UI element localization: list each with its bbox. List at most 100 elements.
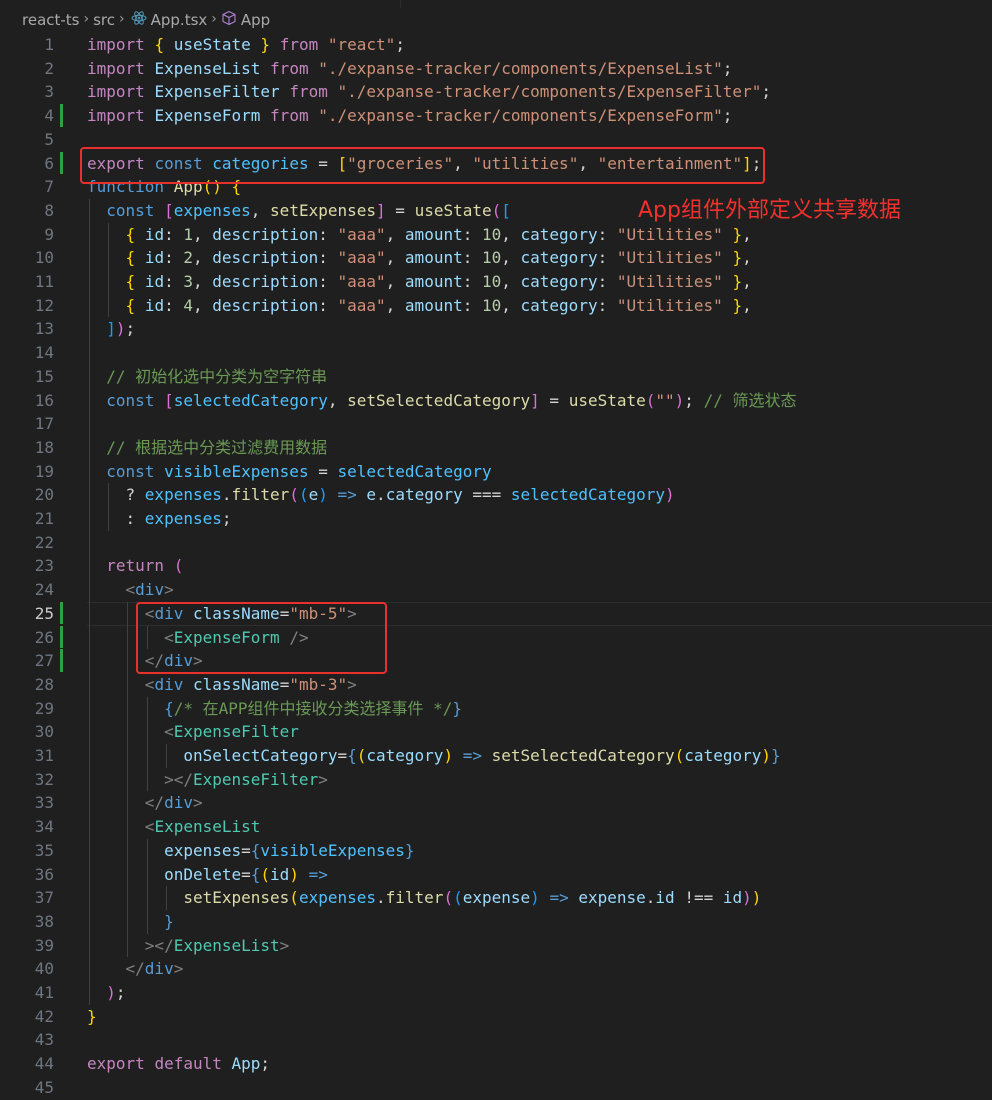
- code-line[interactable]: 21 : expenses;: [0, 507, 992, 531]
- code-line[interactable]: 31 onSelectCategory={(category) => setSe…: [0, 744, 992, 768]
- indent-guide: [127, 601, 129, 958]
- code-token: id: [270, 864, 290, 884]
- git-change-marker[interactable]: [60, 601, 63, 625]
- code-token: :: [597, 272, 617, 291]
- code-token: <: [125, 580, 136, 600]
- code-line[interactable]: 41 );: [0, 981, 992, 1005]
- code-line[interactable]: 38 }: [0, 910, 992, 934]
- code-line[interactable]: 33 </div>: [0, 791, 992, 815]
- line-number: 43: [34, 1030, 54, 1050]
- code-line[interactable]: 22: [0, 531, 992, 555]
- breadcrumb-item-folder[interactable]: src: [93, 11, 115, 29]
- code-line[interactable]: 17: [0, 412, 992, 436]
- code-token: "./expanse-tracker/components/ExpenseFor…: [318, 106, 723, 126]
- git-change-marker[interactable]: [60, 151, 63, 175]
- code-token: ,: [385, 248, 405, 268]
- breadcrumb-item-file[interactable]: App.tsx: [151, 11, 208, 29]
- code-token: 4: [183, 295, 193, 315]
- code-token: category: [385, 485, 463, 505]
- code-line[interactable]: 10 { id: 2, description: "aaa", amount: …: [0, 246, 992, 270]
- code-line[interactable]: 1 import { useState } from "react";: [0, 33, 992, 57]
- code-line[interactable]: 19 const visibleExpenses = selectedCateg…: [0, 460, 992, 484]
- code-text: ]);: [87, 317, 135, 341]
- code-token: description: [212, 295, 319, 315]
- code-line[interactable]: 42}: [0, 1005, 992, 1029]
- code-token: =>: [337, 485, 357, 505]
- code-token: ExpenseFilter: [173, 722, 299, 742]
- code-token: ,: [250, 200, 271, 220]
- code-line[interactable]: 36 onDelete={(id) =>: [0, 863, 992, 887]
- line-number: 35: [34, 840, 54, 860]
- code-line[interactable]: 34 <ExpenseList: [0, 815, 992, 839]
- code-token: (: [645, 390, 656, 410]
- code-token: ;: [722, 106, 733, 126]
- tab-divider: [400, 0, 401, 8]
- code-line[interactable]: 32 ></ExpenseFilter>: [0, 768, 992, 792]
- code-token: category: [520, 295, 598, 315]
- code-token: =: [308, 461, 338, 481]
- code-line[interactable]: 16 const [selectedCategory, setSelectedC…: [0, 389, 992, 413]
- code-token: >: [347, 674, 357, 694]
- code-token: id: [144, 248, 165, 268]
- code-line[interactable]: 15 // 初始化选中分类为空字符串: [0, 365, 992, 389]
- git-change-marker[interactable]: [60, 104, 63, 127]
- code-token: (: [260, 864, 271, 884]
- git-change-marker[interactable]: [60, 649, 63, 672]
- code-line[interactable]: 4 import ExpenseForm from "./expanse-trac…: [0, 104, 992, 128]
- code-line[interactable]: 43: [0, 1028, 992, 1052]
- line-number: 7: [44, 177, 54, 197]
- code-token: const: [106, 390, 155, 410]
- code-token: expenses: [144, 485, 222, 505]
- code-token: id: [722, 888, 743, 908]
- breadcrumb-item-project[interactable]: react-ts: [22, 11, 80, 29]
- code-line[interactable]: 2 import ExpenseList from "./expanse-trac…: [0, 57, 992, 81]
- code-token: =: [385, 200, 415, 220]
- code-line[interactable]: 29 {/* 在APP组件中接收分类选择事件 */}: [0, 697, 992, 721]
- code-line[interactable]: 37 setExpenses(expenses.filter((expense)…: [0, 886, 992, 910]
- code-line[interactable]: 13 ]);: [0, 317, 992, 341]
- git-change-marker[interactable]: [60, 625, 63, 649]
- code-token: "react": [327, 35, 396, 54]
- code-token: div: [154, 674, 184, 694]
- code-token: ]: [530, 390, 540, 410]
- code-line[interactable]: 40 </div>: [0, 957, 992, 981]
- code-line[interactable]: 28 <div className="mb-3">: [0, 673, 992, 697]
- code-line[interactable]: 14: [0, 341, 992, 365]
- code-line[interactable]: 23 return (: [0, 554, 992, 578]
- code-token: selectedCategory: [337, 461, 492, 481]
- code-line[interactable]: 30 <ExpenseFilter: [0, 720, 992, 744]
- code-line[interactable]: 20 ? expenses.filter((e) => e.category =…: [0, 483, 992, 507]
- code-line[interactable]: 24 <div>: [0, 578, 992, 602]
- code-token: ?: [87, 485, 145, 505]
- code-line[interactable]: 35 expenses={visibleExpenses}: [0, 839, 992, 863]
- code-token: ,: [385, 224, 405, 244]
- line-number: 37: [34, 888, 54, 908]
- code-line[interactable]: 44 export default App;: [0, 1052, 992, 1076]
- code-line[interactable]: 11 { id: 3, description: "aaa", amount: …: [0, 270, 992, 294]
- code-token: div: [144, 959, 174, 979]
- code-line[interactable]: 3 import ExpenseFilter from "./expanse-tr…: [0, 80, 992, 104]
- code-line[interactable]: 12 { id: 4, description: "aaa", amount: …: [0, 294, 992, 318]
- code-line[interactable]: 18 // 根据选中分类过滤费用数据: [0, 436, 992, 460]
- code-token: {: [125, 224, 136, 244]
- code-line[interactable]: 39 ></ExpenseList>: [0, 934, 992, 958]
- code-token: div: [164, 793, 193, 813]
- breadcrumb-item-symbol[interactable]: App: [241, 11, 270, 29]
- code-line[interactable]: 45: [0, 1076, 992, 1100]
- code-token: }: [732, 295, 743, 315]
- code-line[interactable]: 9 { id: 1, description: "aaa", amount: 1…: [0, 223, 992, 247]
- code-text: import ExpenseForm from "./expanse-track…: [87, 104, 732, 128]
- line-number: 27: [34, 651, 54, 671]
